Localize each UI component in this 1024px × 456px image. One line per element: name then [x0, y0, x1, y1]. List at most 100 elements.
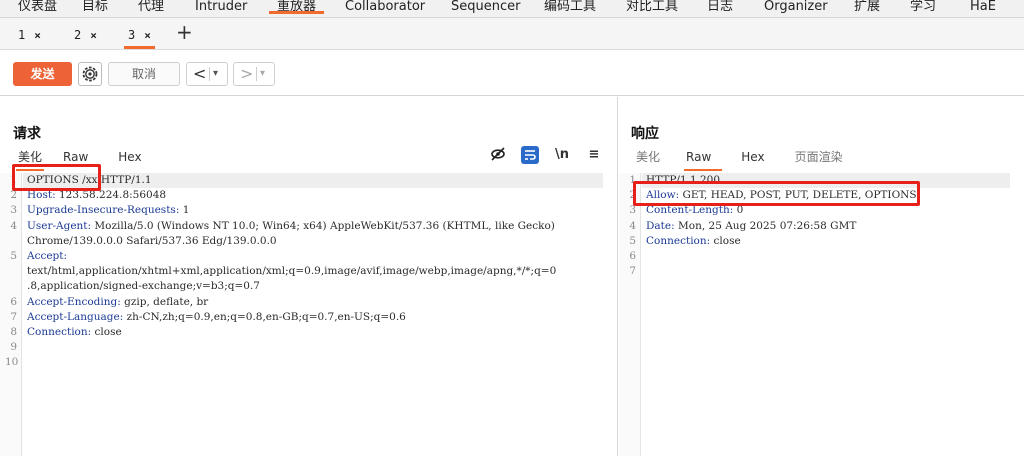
header-name: Content-Length: [646, 204, 730, 217]
menu-icon[interactable]: ≡: [585, 146, 603, 164]
editor-icons: \n ≡: [489, 146, 603, 164]
tab-label: 1: [18, 28, 26, 42]
subtab-raw[interactable]: Raw: [684, 147, 741, 171]
subtab-pretty[interactable]: 美化: [636, 147, 686, 169]
divider: [209, 67, 210, 81]
menu-item[interactable]: 仪表盘: [8, 0, 67, 14]
request-editor[interactable]: 1 OPTIONS /xx HTTP/1.1 2 Host: 123.58.224.8…: [0, 173, 617, 456]
header-name: Accept-Language: [27, 310, 120, 323]
menu-item[interactable]: 代理: [128, 0, 174, 14]
tab-3[interactable]: 3 ×: [124, 24, 155, 49]
response-panel: 响应 美化 Raw Hex 页面渲染 1 HTTP/1.1 200 2 Allow: …: [619, 97, 1024, 456]
menu-item[interactable]: 日志: [697, 0, 743, 14]
wrap-icon[interactable]: [521, 146, 539, 164]
code-line: User-Agent: Mozilla/5.0 (Windows NT 10.0…: [27, 219, 555, 232]
response-title: 响应: [631, 126, 659, 142]
line-number: 6: [629, 250, 636, 262]
subtab-hex[interactable]: Hex: [741, 147, 794, 169]
tab-1[interactable]: 1 ×: [18, 24, 41, 48]
line-number: 5: [629, 234, 636, 247]
line-number: 4: [10, 219, 17, 232]
divider: [256, 67, 257, 81]
header-value: text/html,application/xhtml+xml,applicat…: [27, 265, 557, 278]
close-icon[interactable]: ×: [144, 29, 151, 42]
code-line: Connection: close: [646, 234, 741, 247]
newline-icon[interactable]: \n: [553, 146, 571, 164]
menu-item[interactable]: 重放器: [267, 0, 326, 14]
menu-item[interactable]: HaE: [960, 0, 1006, 14]
header-value: 1: [182, 204, 190, 217]
gear-icon: [82, 66, 98, 82]
menu-item[interactable]: 对比工具: [616, 0, 688, 14]
line-number: 7: [629, 265, 636, 278]
chevron-down-icon[interactable]: ▾: [260, 63, 265, 85]
header-name: User-Agent: [27, 219, 88, 232]
menu-item[interactable]: Intruder: [185, 0, 257, 14]
request-panel: 请求 美化 Raw Hex \n ≡ 1 OPTIONS /xx HTTP/1.1…: [0, 97, 618, 456]
menu-item[interactable]: Collaborator: [335, 0, 435, 14]
line-number: 6: [10, 295, 17, 308]
header-value: Chrome/139.0.0.0 Safari/537.36 Edg/139.0…: [27, 234, 277, 247]
code-line: Accept-Encoding: gzip, deflate, br: [27, 295, 209, 308]
menu-item[interactable]: 扩展: [844, 0, 890, 14]
menu-item[interactable]: Organizer: [754, 0, 838, 14]
header-name: Accept-Encoding: [27, 295, 118, 308]
tab-2[interactable]: 2 ×: [74, 24, 97, 48]
close-icon[interactable]: ×: [34, 29, 41, 42]
line-number: 5: [10, 250, 17, 262]
subtab-hex[interactable]: Hex: [118, 147, 162, 169]
tab-label: 3: [128, 28, 136, 42]
header-value: close: [94, 326, 122, 338]
code-line: Upgrade-Insecure-Requests: 1: [27, 204, 190, 217]
chevron-down-icon[interactable]: ▾: [213, 63, 218, 85]
code-line: Chrome/139.0.0.0 Safari/537.36 Edg/139.0…: [27, 234, 277, 249]
header-value: close: [713, 234, 741, 247]
code-line: Accept:: [27, 250, 68, 262]
response-subtabs: 美化 Raw Hex 页面渲染: [636, 147, 864, 171]
settings-button[interactable]: [78, 62, 102, 86]
repeater-tab-strip: 1 × 2 × 3 ×: [0, 18, 1024, 50]
response-editor[interactable]: 1 HTTP/1.1 200 2 Allow: GET, HEAD, POST, PU…: [619, 173, 1024, 456]
line-number: 9: [10, 341, 17, 354]
send-button[interactable]: 发送: [13, 62, 72, 86]
history-forward-button[interactable]: > ▾: [233, 62, 275, 86]
chevron-right-icon: >: [240, 64, 254, 83]
menu-item[interactable]: 学习: [900, 0, 946, 14]
header-name: Connection: [646, 234, 707, 247]
header-name: Upgrade-Insecure-Requests: [27, 204, 176, 217]
header-value: gzip, deflate, br: [124, 295, 209, 308]
line-number: 4: [629, 219, 636, 232]
eye-slash-icon[interactable]: [489, 146, 507, 164]
subtab-render[interactable]: 页面渲染: [795, 147, 864, 169]
code-line: text/html,application/xhtml+xml,applicat…: [27, 264, 556, 279]
top-menu: 仪表盘 目标 代理 Intruder 重放器 Collaborator Sequencer 编…: [0, 0, 1024, 18]
header-value: .8,application/signed-exchange;v=b3;q=0.…: [27, 280, 260, 293]
header-value: Mon, 25 Aug 2025 07:26:58 GMT: [678, 219, 857, 232]
code-line: .8,application/signed-exchange;v=b3;q=0.…: [27, 279, 260, 294]
code-line: Accept-Language: zh-CN,zh;q=0.9,en;q=0.8…: [27, 310, 406, 323]
menu-item[interactable]: Sequencer: [441, 0, 530, 14]
header-name: Connection: [27, 326, 88, 338]
request-title: 请求: [13, 126, 41, 142]
cancel-button[interactable]: 取消: [108, 62, 180, 86]
history-back-button[interactable]: < ▾: [186, 62, 228, 86]
add-tab-button[interactable]: +: [176, 22, 193, 42]
line-number: 3: [10, 204, 17, 217]
code-line: Date: Mon, 25 Aug 2025 07:26:58 GMT: [646, 219, 857, 232]
header-value: zh-CN,zh;q=0.9,en;q=0.8,en-GB;q=0.7,en-U…: [126, 310, 406, 323]
menu-item[interactable]: 编码工具: [534, 0, 606, 14]
close-icon[interactable]: ×: [90, 29, 97, 42]
chevron-left-icon: <: [193, 64, 207, 83]
line-number: 8: [10, 326, 17, 338]
toolbar: 发送 取消 < ▾ > ▾: [0, 50, 1024, 96]
header-value: 0: [736, 204, 744, 217]
code-line: Connection: close: [27, 326, 122, 338]
menu-item[interactable]: 目标: [72, 0, 118, 14]
highlight-box: [633, 181, 920, 206]
tab-label: 2: [74, 28, 82, 42]
header-name: Date: [646, 219, 672, 232]
highlight-box: [12, 164, 101, 191]
line-number: 10: [5, 356, 19, 369]
line-number: 7: [10, 310, 17, 323]
header-name: Accept: [27, 250, 64, 262]
